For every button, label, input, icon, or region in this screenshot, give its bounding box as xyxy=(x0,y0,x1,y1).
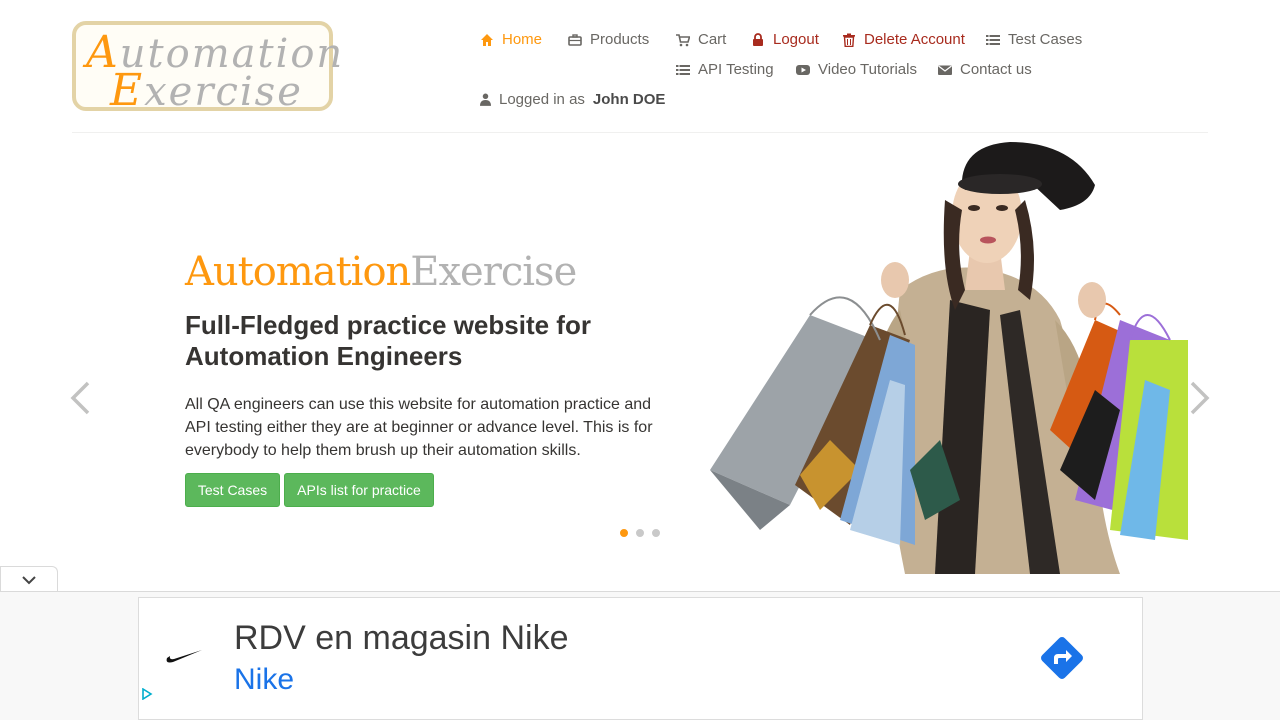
cart-icon xyxy=(676,33,690,46)
hero-girl-image xyxy=(710,142,1188,574)
nav-delete-account[interactable]: Delete Account xyxy=(842,31,965,48)
logged-in-prefix: Logged in as xyxy=(499,91,585,108)
test-cases-button[interactable]: Test Cases xyxy=(185,473,280,507)
ad-headline[interactable]: RDV en magasin Nike xyxy=(234,619,568,658)
logo-line-2: Exercise xyxy=(110,65,303,116)
home-icon xyxy=(481,33,493,46)
nav-api-testing-label: API Testing xyxy=(698,61,774,78)
slider-dot-2[interactable] xyxy=(635,528,645,538)
adchoices-icon[interactable] xyxy=(141,688,153,700)
nav-products-label: Products xyxy=(590,31,650,48)
nav-logout-label: Logout xyxy=(773,31,819,48)
trash-icon xyxy=(843,33,855,47)
nav-home-label: Home xyxy=(502,31,543,48)
nav-home[interactable]: Home xyxy=(480,31,542,48)
nav-test-cases[interactable]: Test Cases xyxy=(986,31,1082,48)
nav-video-tutorials-label: Video Tutorials xyxy=(818,61,917,78)
briefcase-icon xyxy=(568,33,582,46)
youtube-play-icon xyxy=(796,64,810,75)
nav-delete-account-label: Delete Account xyxy=(864,31,965,48)
user-icon xyxy=(480,93,491,106)
nav-video-tutorials[interactable]: Video Tutorials xyxy=(796,61,917,78)
list-icon xyxy=(986,34,1000,45)
hero-subtitle: Full-Fledged practice website for Automa… xyxy=(185,310,591,371)
nav-test-cases-label: Test Cases xyxy=(1008,31,1083,48)
nike-swoosh-icon xyxy=(166,650,202,663)
header-divider xyxy=(72,132,1208,133)
chevron-left-icon xyxy=(70,381,90,415)
ad-collapse-toggle[interactable] xyxy=(0,566,58,592)
chevron-down-icon xyxy=(22,575,36,584)
logged-in-username: John DOE xyxy=(592,91,666,108)
ad-brand[interactable]: Nike xyxy=(234,663,294,697)
nav-cart-label: Cart xyxy=(698,31,727,48)
nav-products[interactable]: Products xyxy=(568,31,649,48)
nav-contact-us-label: Contact us xyxy=(960,61,1032,78)
slider-prev-arrow[interactable] xyxy=(68,380,94,425)
nav-contact-us[interactable]: Contact us xyxy=(938,61,1032,78)
envelope-icon xyxy=(938,65,952,75)
directions-icon[interactable] xyxy=(1038,634,1086,682)
ad-card[interactable] xyxy=(138,597,1143,720)
hero-description: All QA engineers can use this website fo… xyxy=(185,396,653,459)
slider-indicators xyxy=(619,528,661,538)
hero-title: AutomationExercise xyxy=(185,249,577,295)
list-icon xyxy=(676,64,690,75)
nav-logout[interactable]: Logout xyxy=(751,31,819,48)
slider-dot-3[interactable] xyxy=(651,528,661,538)
slider-dot-1[interactable] xyxy=(619,528,629,538)
apis-list-button[interactable]: APIs list for practice xyxy=(284,473,434,507)
logged-in-status: Logged in as John DOE xyxy=(480,91,665,108)
nav-api-testing[interactable]: API Testing xyxy=(676,61,774,78)
lock-icon xyxy=(753,32,763,46)
site-logo[interactable]: Automation Exercise xyxy=(72,21,342,116)
nav-cart[interactable]: Cart xyxy=(676,31,726,48)
